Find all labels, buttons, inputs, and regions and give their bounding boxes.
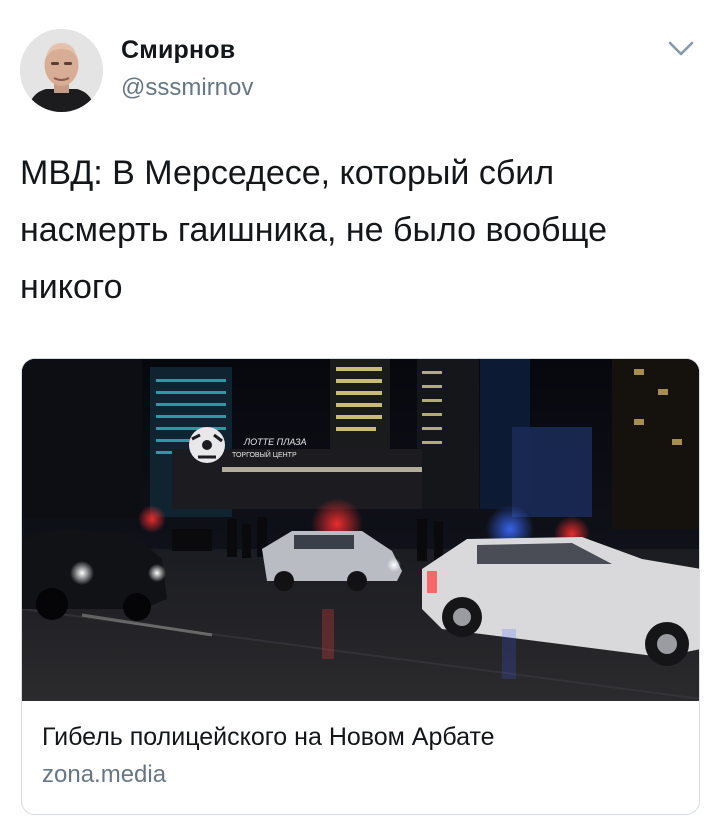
card-domain[interactable]: zona.media: [42, 761, 166, 789]
mall-sign-line-1: ЛОТТЕ ПЛАЗА: [243, 437, 307, 447]
chevron-down-icon: [667, 40, 695, 63]
tweet: Смирнов @sssmirnov МВД: В Мерседесе, кот…: [0, 0, 720, 817]
card-title[interactable]: Гибель полицейского на Новом Арбате: [42, 723, 495, 752]
tweet-menu-button[interactable]: [664, 37, 698, 65]
author-display-name[interactable]: Смирнов: [121, 36, 235, 65]
avatar[interactable]: [20, 29, 103, 112]
mall-sign-line-2: ТОРГОВЫЙ ЦЕНТР: [232, 450, 297, 459]
link-card[interactable]: ЛОТТЕ ПЛАЗА ТОРГОВЫЙ ЦЕНТР Гибель полице…: [21, 358, 700, 815]
card-image[interactable]: ЛОТТЕ ПЛАЗА ТОРГОВЫЙ ЦЕНТР: [22, 359, 699, 701]
avatar-image: [20, 29, 103, 112]
tweet-text: МВД: В Мерседесе, который сбил насмерть …: [20, 154, 607, 306]
author-handle[interactable]: @sssmirnov: [121, 74, 253, 102]
night-street-photo: ЛОТТЕ ПЛАЗА ТОРГОВЫЙ ЦЕНТР: [22, 359, 699, 701]
